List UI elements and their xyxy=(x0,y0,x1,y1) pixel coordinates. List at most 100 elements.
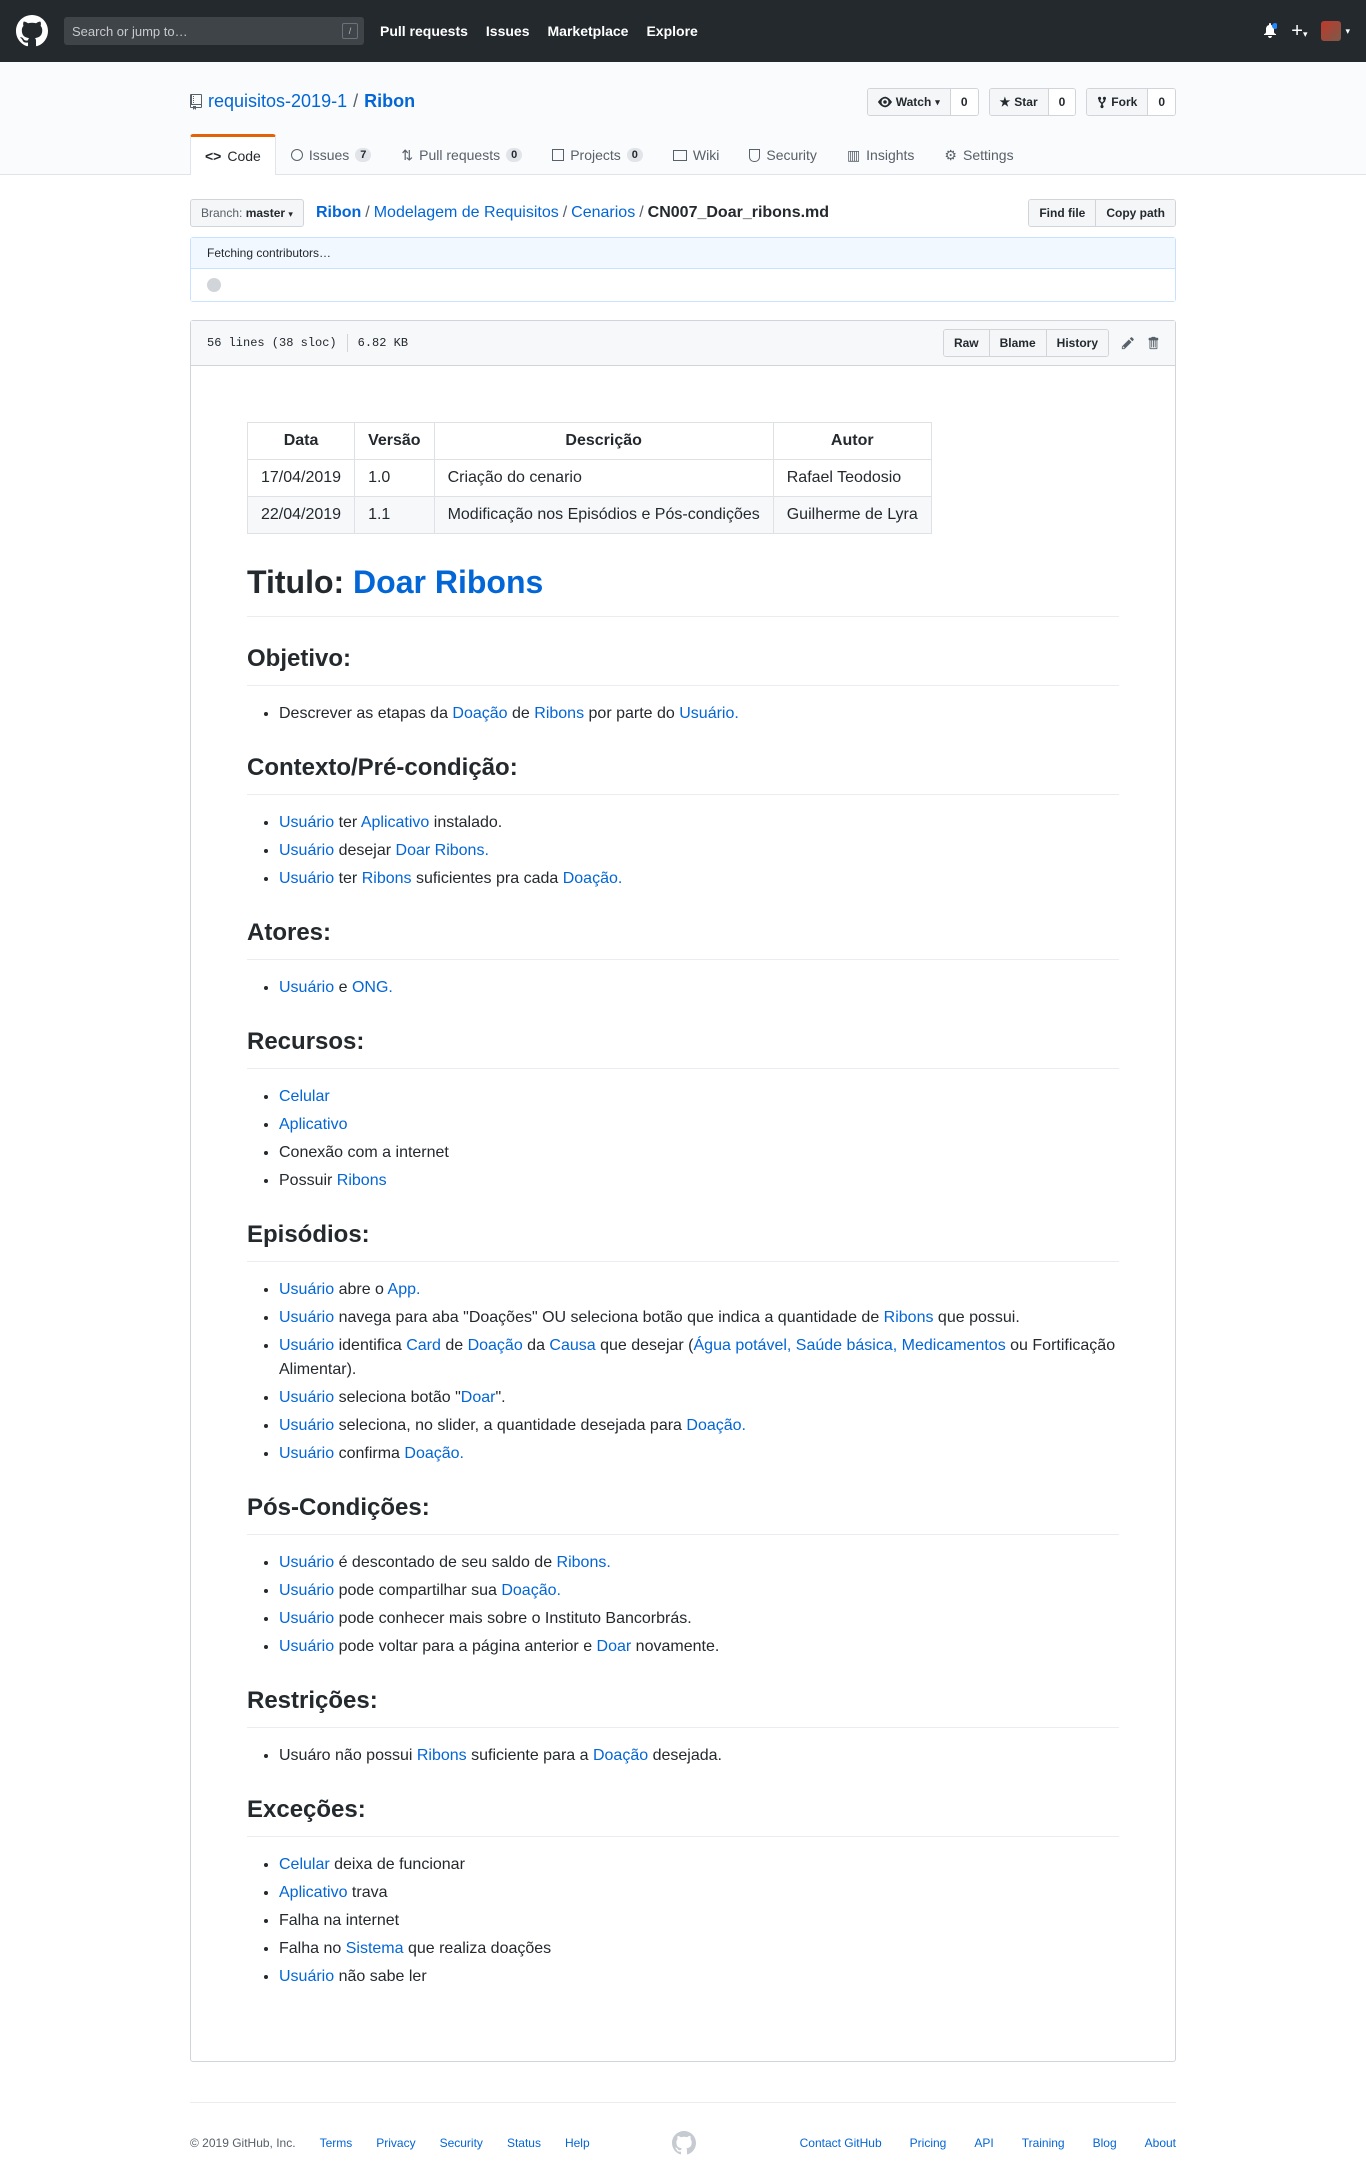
repo-name-link[interactable]: Ribon xyxy=(364,91,415,112)
project-icon xyxy=(552,149,565,161)
inline-text: que possui. xyxy=(933,1309,1020,1326)
global-header: Search or jump to… / Pull requests Issue… xyxy=(0,0,1366,62)
footer-link-blog[interactable]: Blog xyxy=(1093,2136,1117,2150)
github-logo-icon[interactable] xyxy=(16,15,48,47)
chevron-down-icon: ▾ xyxy=(935,97,940,107)
tab-wiki[interactable]: Wiki xyxy=(658,134,734,175)
footer-link-status[interactable]: Status xyxy=(507,2136,541,2150)
title-link[interactable]: Doar Ribons xyxy=(353,564,543,600)
bell-icon[interactable] xyxy=(1263,23,1278,39)
footer-link-privacy[interactable]: Privacy xyxy=(376,2136,415,2150)
inline-link[interactable]: Aplicativo xyxy=(279,1116,347,1133)
find-file-button[interactable]: Find file xyxy=(1029,200,1097,226)
inline-link[interactable]: Ribons xyxy=(417,1747,467,1764)
tab-issues[interactable]: Issues 7 xyxy=(276,134,387,175)
create-new-button[interactable]: +▾ xyxy=(1291,20,1307,43)
graph-icon: ▥ xyxy=(846,146,861,163)
inline-link[interactable]: Doação xyxy=(593,1747,648,1764)
inline-link[interactable]: Usuário xyxy=(279,1281,334,1298)
footer-link-api[interactable]: API xyxy=(974,2136,993,2150)
inline-link[interactable]: Doação xyxy=(452,705,507,722)
inline-link[interactable]: Usuário xyxy=(279,1337,334,1354)
star-count[interactable]: 0 xyxy=(1048,89,1076,115)
history-button[interactable]: History xyxy=(1046,330,1108,356)
inline-link[interactable]: Usuário xyxy=(279,1968,334,1985)
inline-link[interactable]: Usuário xyxy=(279,1417,334,1434)
inline-link[interactable]: App. xyxy=(388,1281,421,1298)
inline-link[interactable]: Sistema xyxy=(346,1940,404,1957)
fork-count[interactable]: 0 xyxy=(1148,89,1175,115)
nav-marketplace[interactable]: Marketplace xyxy=(548,23,629,39)
search-input[interactable]: Search or jump to… / xyxy=(64,17,364,45)
nav-explore[interactable]: Explore xyxy=(646,23,697,39)
tab-insights[interactable]: ▥ Insights xyxy=(832,134,929,175)
github-mark-icon[interactable] xyxy=(672,2131,696,2155)
tab-settings[interactable]: ⚙ Settings xyxy=(929,134,1028,175)
inline-link[interactable]: Usuário xyxy=(279,1610,334,1627)
tab-code[interactable]: <> Code xyxy=(190,134,276,175)
breadcrumb-folder[interactable]: Cenarios xyxy=(571,204,635,221)
nav-issues[interactable]: Issues xyxy=(486,23,530,39)
inline-link[interactable]: Doar xyxy=(461,1389,496,1406)
inline-link[interactable]: Usuário xyxy=(279,1582,334,1599)
inline-link[interactable]: Card xyxy=(406,1337,441,1354)
inline-text: é descontado de seu saldo de xyxy=(334,1554,557,1571)
branch-select[interactable]: Branch: master ▾ xyxy=(190,199,304,227)
inline-link[interactable]: Ribons xyxy=(337,1172,387,1189)
star-button[interactable]: ★ Star xyxy=(989,89,1049,115)
footer-link-help[interactable]: Help xyxy=(565,2136,590,2150)
inline-link[interactable]: Ribons. xyxy=(557,1554,611,1571)
inline-link[interactable]: Usuário. xyxy=(679,705,739,722)
inline-link[interactable]: Usuário xyxy=(279,1554,334,1571)
user-menu[interactable]: ▾ xyxy=(1321,21,1350,41)
copy-path-button[interactable]: Copy path xyxy=(1096,200,1175,226)
inline-link[interactable]: Causa xyxy=(549,1337,595,1354)
inline-link[interactable]: Doação xyxy=(468,1337,523,1354)
footer-link-pricing[interactable]: Pricing xyxy=(910,2136,947,2150)
inline-link[interactable]: Usuário xyxy=(279,1309,334,1326)
tab-security[interactable]: Security xyxy=(734,134,832,175)
inline-link[interactable]: Doar xyxy=(597,1638,632,1655)
inline-link[interactable]: Doação. xyxy=(404,1445,464,1462)
footer-link-security[interactable]: Security xyxy=(440,2136,483,2150)
nav-pull-requests[interactable]: Pull requests xyxy=(380,23,468,39)
inline-link[interactable]: Aplicativo xyxy=(361,814,429,831)
watch-button[interactable]: Watch ▾ xyxy=(867,89,951,115)
inline-link[interactable]: ONG. xyxy=(352,979,393,996)
inline-link[interactable]: Celular xyxy=(279,1088,330,1105)
footer-link-training[interactable]: Training xyxy=(1022,2136,1065,2150)
watch-count[interactable]: 0 xyxy=(950,89,978,115)
raw-button[interactable]: Raw xyxy=(943,330,990,356)
inline-link[interactable]: Doação. xyxy=(686,1417,746,1434)
tab-pull-requests[interactable]: ⇅ Pull requests 0 xyxy=(386,134,537,175)
inline-link[interactable]: Ribons xyxy=(884,1309,934,1326)
inline-link[interactable]: Ribons xyxy=(362,870,412,887)
tab-projects[interactable]: Projects 0 xyxy=(537,134,658,175)
inline-link[interactable]: Usuário xyxy=(279,1638,334,1655)
inline-link[interactable]: Usuário xyxy=(279,842,334,859)
inline-link[interactable]: Doação. xyxy=(563,870,623,887)
pencil-icon[interactable] xyxy=(1121,336,1135,350)
inline-link[interactable]: Doar Ribons. xyxy=(396,842,489,859)
inline-link[interactable]: Usuário xyxy=(279,870,334,887)
inline-link[interactable]: Usuário xyxy=(279,1445,334,1462)
footer-link-contact[interactable]: Contact GitHub xyxy=(800,2136,882,2150)
inline-link[interactable]: Ribons xyxy=(534,705,584,722)
inline-link[interactable]: Água potável, Saúde básica, Medicamentos xyxy=(694,1337,1006,1354)
trashcan-icon[interactable] xyxy=(1147,336,1159,350)
fork-button[interactable]: Fork xyxy=(1087,89,1149,115)
breadcrumb-folder[interactable]: Modelagem de Requisitos xyxy=(374,204,559,221)
footer-link-about[interactable]: About xyxy=(1145,2136,1176,2150)
inline-link[interactable]: Celular xyxy=(279,1856,330,1873)
git-pull-request-icon: ⇅ xyxy=(401,146,414,163)
inline-link[interactable]: Usuário xyxy=(279,814,334,831)
list-item: Celular deixa de funcionar xyxy=(279,1853,1119,1877)
inline-link[interactable]: Aplicativo xyxy=(279,1884,347,1901)
breadcrumb-root[interactable]: Ribon xyxy=(316,204,361,221)
inline-link[interactable]: Usuário xyxy=(279,979,334,996)
inline-link[interactable]: Usuário xyxy=(279,1389,334,1406)
repo-owner-link[interactable]: requisitos-2019-1 xyxy=(208,91,347,112)
inline-link[interactable]: Doação. xyxy=(501,1582,561,1599)
footer-link-terms[interactable]: Terms xyxy=(320,2136,353,2150)
blame-button[interactable]: Blame xyxy=(989,330,1047,356)
